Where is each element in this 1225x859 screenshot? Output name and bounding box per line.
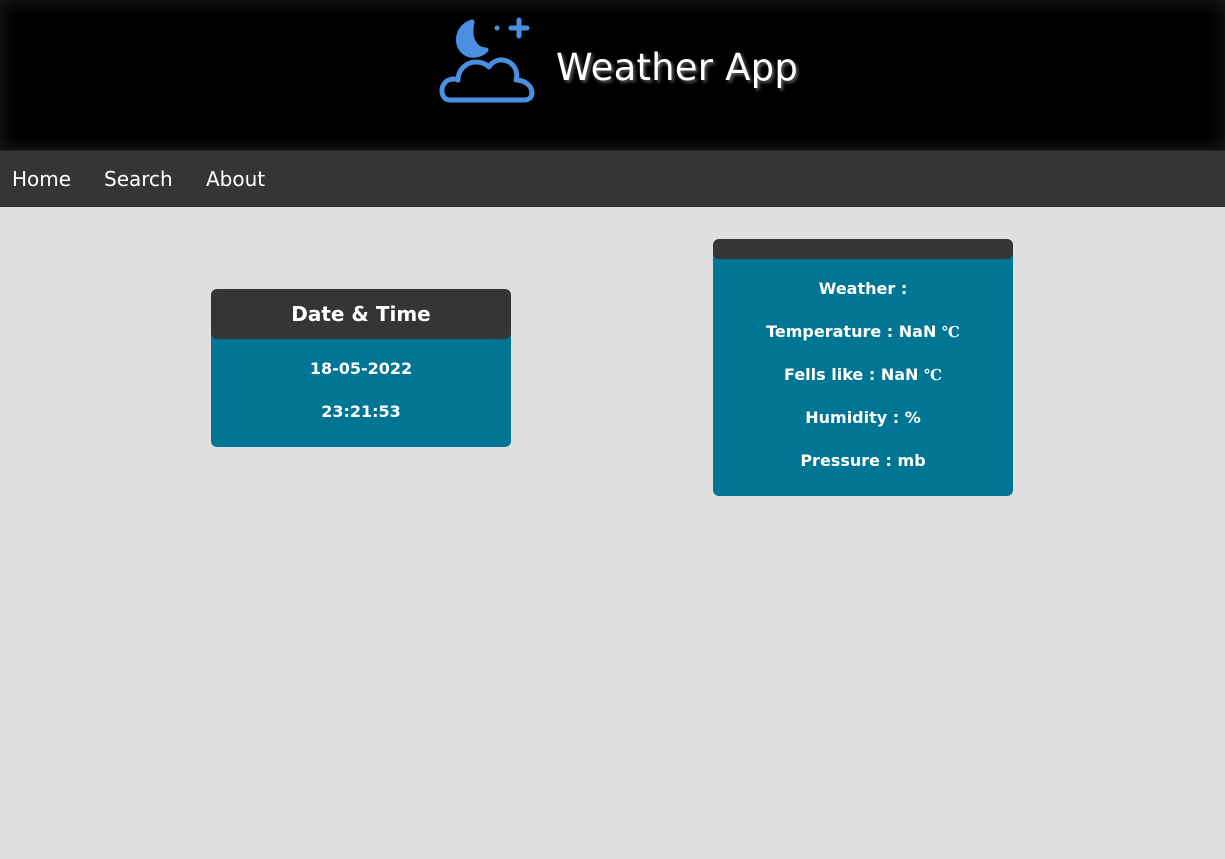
feels-like-value: NaN	[880, 365, 919, 384]
temperature-value: NaN	[898, 322, 937, 341]
current-time: 23:21:53	[321, 402, 401, 421]
humidity-row: Humidity : %	[713, 408, 1013, 428]
feels-like-label: Fells like :	[784, 365, 876, 384]
weather-card: Weather : Temperature : NaN ℃ Fells like…	[713, 239, 1013, 496]
app-header: Weather App	[0, 0, 1225, 150]
feels-like-row: Fells like : NaN ℃	[713, 365, 1013, 385]
humidity-unit: %	[904, 408, 921, 427]
humidity-label: Humidity :	[805, 408, 900, 427]
temperature-unit: ℃	[941, 323, 960, 341]
app-title: Weather App	[556, 46, 799, 89]
nav-about-link[interactable]: About	[206, 166, 265, 192]
nav-search-link[interactable]: Search	[104, 166, 173, 192]
datetime-card: Date & Time 18-05-2022 23:21:53	[211, 289, 511, 447]
weather-label: Weather :	[818, 279, 908, 298]
nav-home-link[interactable]: Home	[12, 166, 71, 192]
temperature-row: Temperature : NaN ℃	[713, 322, 1013, 342]
pressure-row: Pressure : mb	[713, 451, 1013, 471]
feels-like-unit: ℃	[923, 366, 942, 384]
weather-card-header	[713, 239, 1013, 259]
datetime-card-header: Date & Time	[211, 289, 511, 339]
temperature-label: Temperature :	[766, 322, 894, 341]
weather-row: Weather :	[713, 279, 1013, 299]
pressure-unit: mb	[897, 451, 926, 470]
current-date: 18-05-2022	[309, 359, 413, 378]
pressure-label: Pressure :	[800, 451, 892, 470]
main-navbar: Home Search About	[0, 150, 1225, 207]
cloud-moon-stars-icon	[439, 17, 535, 103]
